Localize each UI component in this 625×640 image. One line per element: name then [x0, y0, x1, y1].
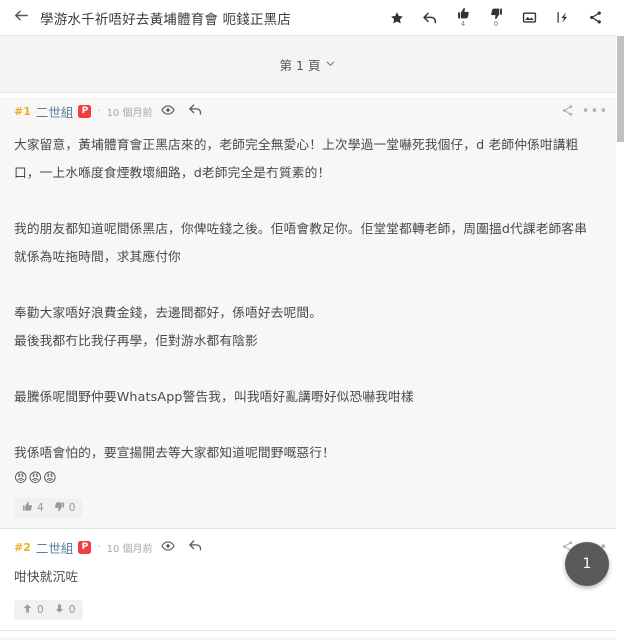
page-title: 學游水千祈唔好去黃埔體育會 呃錢正黑店	[40, 11, 292, 28]
post-more-button[interactable]: •••	[582, 100, 608, 122]
post-number: #1	[14, 104, 31, 118]
post-share-button[interactable]	[554, 100, 580, 122]
post-paragraph: 我係唔會怕的，要宣揚開去等大家都知道呢間野嘅惡行！	[14, 445, 335, 460]
post-paragraph: 最騰係呢間野仲要WhatsApp警告我，叫我唔好亂講嘢好似恐嚇我咁樣	[14, 389, 414, 404]
thread-view-app: 學游水千祈唔好去黃埔體育會 呃錢正黑店 4 0 第 1 頁 #1 二世組 P ·…	[0, 0, 625, 640]
app-bar-actions: 4 0	[384, 1, 608, 35]
view-post-button[interactable]	[157, 100, 179, 122]
scrollbar-track[interactable]	[616, 0, 625, 640]
post-author-link[interactable]: 二世組	[36, 102, 74, 121]
back-button[interactable]	[6, 3, 36, 33]
post-paragraph: 最後我都冇比我仔再學，佢對游水都有陰影	[14, 333, 258, 348]
scroll-content[interactable]: 學游水千祈唔好去黃埔體育會 呃錢正黑店 4 0 第 1 頁 #1 二世組 P ·…	[0, 0, 616, 640]
eye-icon	[161, 102, 176, 121]
post-upvote-button[interactable]: 4	[22, 501, 44, 515]
post-paragraph: 大家留意，黃埔體育會正黑店來的，老師完全無愛心！上次學過一堂嚇死我個仔，d 老師…	[14, 137, 579, 180]
thumbs-up-icon	[457, 7, 470, 20]
post-actions: •••	[554, 100, 608, 122]
author-badge[interactable]: P	[78, 540, 92, 554]
more-options-icon: •••	[581, 103, 609, 119]
reply-arrow-icon	[188, 102, 203, 121]
share-icon	[561, 102, 574, 121]
reply-icon	[422, 10, 438, 26]
post-timestamp: 10 個月前	[106, 543, 153, 555]
post-emoji-row: 😡😡😡	[14, 471, 58, 486]
post-content: 大家留意，黃埔體育會正黑店來的，老師完全無愛心！上次學過一堂嚇死我個仔，d 老師…	[0, 125, 616, 491]
post-header: #2 二世組 P · 10 個月前	[0, 533, 616, 561]
post-vote-bar: 4 0	[0, 491, 616, 528]
post-timestamp: 10 個月前	[106, 107, 153, 119]
reply-to-post-button[interactable]	[184, 100, 206, 122]
reply-button[interactable]	[417, 1, 443, 35]
post-upvote-count: 0	[37, 604, 44, 616]
arrow-up-icon	[22, 603, 33, 617]
page-selector[interactable]: 第 1 頁	[274, 52, 343, 77]
image-icon	[522, 10, 537, 25]
app-bar: 學游水千祈唔好去黃埔體育會 呃錢正黑店 4 0	[0, 0, 616, 36]
lightning-icon	[555, 10, 570, 25]
arrow-down-icon	[54, 603, 65, 617]
post-paragraph: 奉勸大家唔好浪費金錢，去邊間都好，係唔好去呢間。	[14, 305, 323, 320]
vote-pill[interactable]: 0 0	[14, 600, 84, 620]
fab-label: 1	[582, 556, 592, 572]
gallery-button[interactable]	[516, 1, 542, 35]
vote-pill[interactable]: 4 0	[14, 498, 84, 518]
thread-like-count: 4	[460, 20, 466, 28]
quick-jump-button[interactable]	[549, 1, 575, 35]
post-meta: #1 二世組 P · 10 個月前	[14, 100, 554, 122]
post-list: #1 二世組 P · 10 個月前 ••• 大家留意，黃埔體育會正黑店來的，老師…	[0, 97, 616, 640]
post-downvote-count: 0	[68, 502, 76, 514]
post-item-2: #2 二世組 P · 10 個月前 咁快就沉咗 0 0	[0, 533, 616, 631]
thumbs-up-icon	[22, 501, 33, 515]
arrow-left-icon	[13, 7, 30, 28]
post-downvote-button[interactable]: 0	[54, 603, 76, 617]
page-number-fab[interactable]: 1	[565, 542, 609, 586]
star-icon	[390, 11, 404, 25]
eye-icon	[161, 538, 176, 557]
thread-dislike-count: 0	[493, 20, 499, 28]
star-button[interactable]	[384, 1, 410, 35]
share-icon	[588, 10, 603, 25]
thumbs-down-icon	[490, 7, 503, 20]
post-upvote-count: 4	[37, 502, 44, 514]
post-downvote-count: 0	[68, 604, 76, 616]
share-button[interactable]	[582, 1, 608, 35]
reply-to-post-button[interactable]	[184, 536, 206, 558]
post-content: 咁快就沉咗	[0, 561, 616, 591]
thread-like-button[interactable]: 4	[450, 1, 476, 35]
post-downvote-button[interactable]: 0	[54, 501, 76, 515]
post-paragraph: 我的朋友都知道呢間係黑店，你俾咗錢之後。佢唔會教足你。佢堂堂都轉老師，周圍搵d代…	[14, 221, 588, 264]
post-header: #1 二世組 P · 10 個月前 •••	[0, 97, 616, 125]
page-indicator-bar: 第 1 頁	[0, 36, 616, 93]
thread-dislike-button[interactable]: 0	[483, 1, 509, 35]
post-upvote-button[interactable]: 0	[22, 603, 44, 617]
thumbs-down-icon	[54, 501, 65, 515]
scrollbar-thumb[interactable]	[617, 36, 624, 142]
chevron-down-icon	[325, 57, 336, 72]
page-selector-label: 第 1 頁	[279, 57, 321, 73]
post-meta: #2 二世組 P · 10 個月前	[14, 536, 554, 558]
post-number: #2	[14, 540, 31, 554]
reply-arrow-icon	[188, 538, 203, 557]
view-post-button[interactable]	[157, 536, 179, 558]
author-badge[interactable]: P	[78, 104, 92, 118]
meta-separator: ·	[97, 105, 101, 117]
post-item-1: #1 二世組 P · 10 個月前 ••• 大家留意，黃埔體育會正黑店來的，老師…	[0, 97, 616, 529]
post-author-link[interactable]: 二世組	[36, 538, 74, 557]
post-vote-bar: 0 0	[0, 591, 616, 630]
post-paragraph: 咁快就沉咗	[14, 569, 79, 584]
meta-separator: ·	[97, 541, 101, 553]
